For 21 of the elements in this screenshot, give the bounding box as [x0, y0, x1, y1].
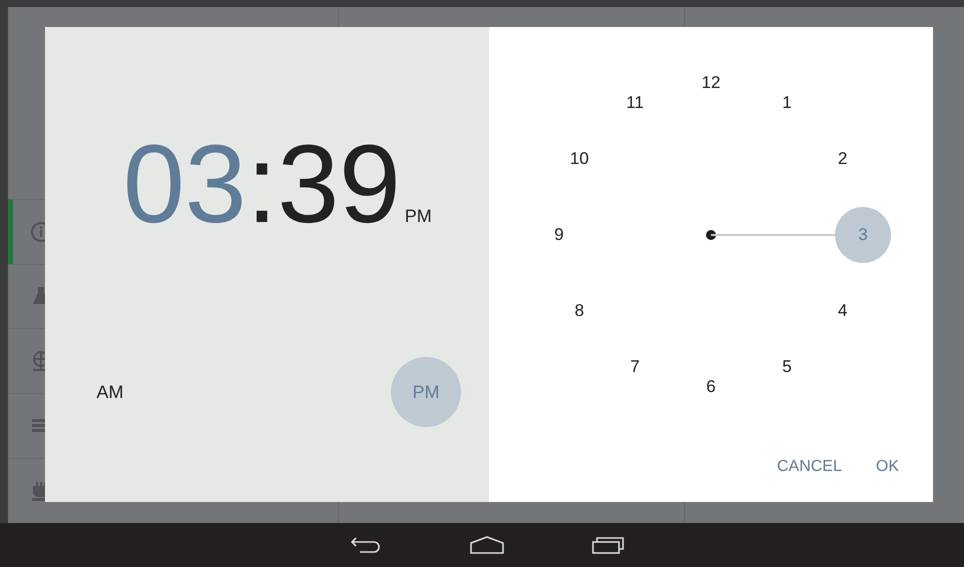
dialog-button[interactable]: CANCEL	[762, 448, 856, 486]
clock-number[interactable]: 11	[607, 75, 663, 132]
dialog-button[interactable]: OK	[862, 448, 913, 486]
recent-apps-icon[interactable]	[592, 536, 624, 554]
clock-number[interactable]: 9	[531, 207, 587, 263]
clock-number[interactable]: 1	[759, 75, 815, 132]
clock-number[interactable]: 10	[551, 131, 608, 187]
clock-number[interactable]: 8	[551, 283, 608, 339]
clock-number[interactable]: 5	[759, 338, 815, 395]
clock-number[interactable]: 12	[683, 55, 739, 111]
minute-display[interactable]: 39	[277, 129, 401, 240]
home-icon[interactable]	[470, 536, 504, 554]
time-separator: :	[246, 129, 278, 240]
clock-number[interactable]: 6	[683, 359, 739, 415]
period-toggle[interactable]: AM	[83, 357, 137, 427]
clock-number[interactable]: 4	[814, 283, 871, 339]
clock-hand[interactable]	[705, 229, 835, 241]
period-label: PM	[404, 206, 432, 227]
back-icon[interactable]	[350, 536, 382, 554]
clock-number[interactable]: 7	[607, 338, 663, 395]
clock-number[interactable]: 2	[814, 131, 871, 187]
